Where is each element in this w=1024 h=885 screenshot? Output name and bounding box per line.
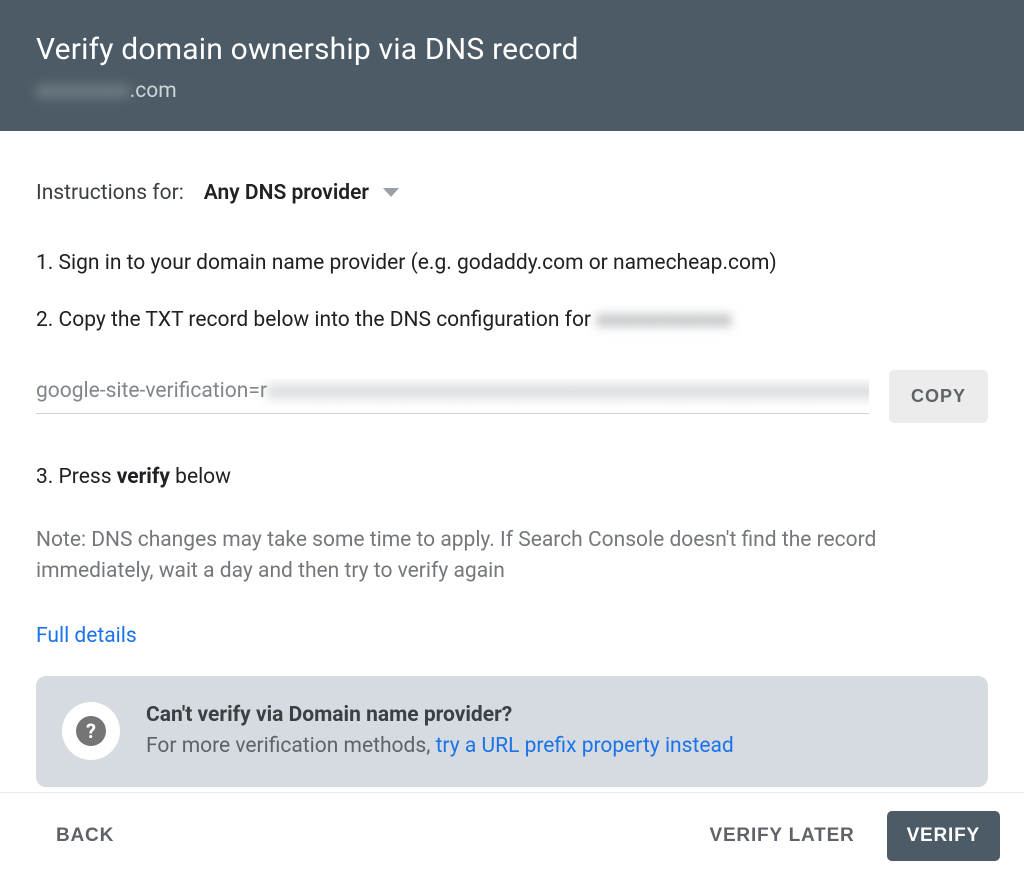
url-prefix-link[interactable]: try a URL prefix property instead: [436, 734, 734, 758]
domain-blurred: xxxxxxxxx: [36, 79, 130, 103]
dns-note: Note: DNS changes may take some time to …: [36, 525, 988, 588]
help-text: Can't verify via Domain name provider? F…: [146, 700, 734, 763]
dialog-title: Verify domain ownership via DNS record: [36, 32, 988, 67]
verify-later-button[interactable]: VERIFY LATER: [691, 811, 872, 861]
verify-button[interactable]: VERIFY: [887, 811, 1000, 861]
step-2: 2. Copy the TXT record below into the DN…: [36, 306, 988, 335]
dialog-content: Instructions for: Any DNS provider 1. Si…: [0, 131, 1024, 787]
help-icon: ?: [76, 716, 106, 746]
step-3: 3. Press verify below: [36, 465, 988, 489]
step-3-prefix: 3. Press: [36, 465, 117, 489]
step-1: 1. Sign in to your domain name provider …: [36, 249, 988, 278]
help-box: ? Can't verify via Domain name provider?…: [36, 676, 988, 787]
caret-down-icon: [383, 188, 399, 198]
txt-record-field[interactable]: google-site-verification=rxxxxxxxxxxxxxx…: [36, 379, 869, 414]
help-sub-prefix: For more verification methods,: [146, 734, 436, 758]
dialog-domain: xxxxxxxxx.com: [36, 79, 988, 103]
step-3-suffix: below: [170, 465, 231, 489]
instructions-row: Instructions for: Any DNS provider: [36, 181, 988, 205]
dns-provider-selected: Any DNS provider: [204, 181, 369, 205]
step-2-domain-blurred: xxxxxxxxxxxxx: [596, 308, 731, 332]
help-icon-wrap: ?: [62, 702, 120, 760]
domain-suffix: .com: [130, 79, 177, 103]
step-2-text: 2. Copy the TXT record below into the DN…: [36, 308, 596, 332]
step-3-bold: verify: [117, 465, 170, 489]
txt-record-row: google-site-verification=rxxxxxxxxxxxxxx…: [36, 370, 988, 423]
instructions-label: Instructions for:: [36, 181, 184, 205]
txt-record-prefix: google-site-verification=r: [36, 379, 267, 403]
dns-provider-dropdown[interactable]: Any DNS provider: [204, 181, 399, 205]
txt-record-blurred: xxxxxxxxxxxxxxxxxxxxxxxxxxxxxxxxxxxxxxxx…: [267, 379, 869, 403]
copy-button[interactable]: COPY: [889, 370, 988, 423]
dialog-footer: BACK VERIFY LATER VERIFY: [0, 792, 1024, 885]
full-details-link[interactable]: Full details: [36, 624, 137, 648]
back-button[interactable]: BACK: [38, 811, 132, 861]
dialog-header: Verify domain ownership via DNS record x…: [0, 0, 1024, 131]
help-heading: Can't verify via Domain name provider?: [146, 700, 734, 732]
